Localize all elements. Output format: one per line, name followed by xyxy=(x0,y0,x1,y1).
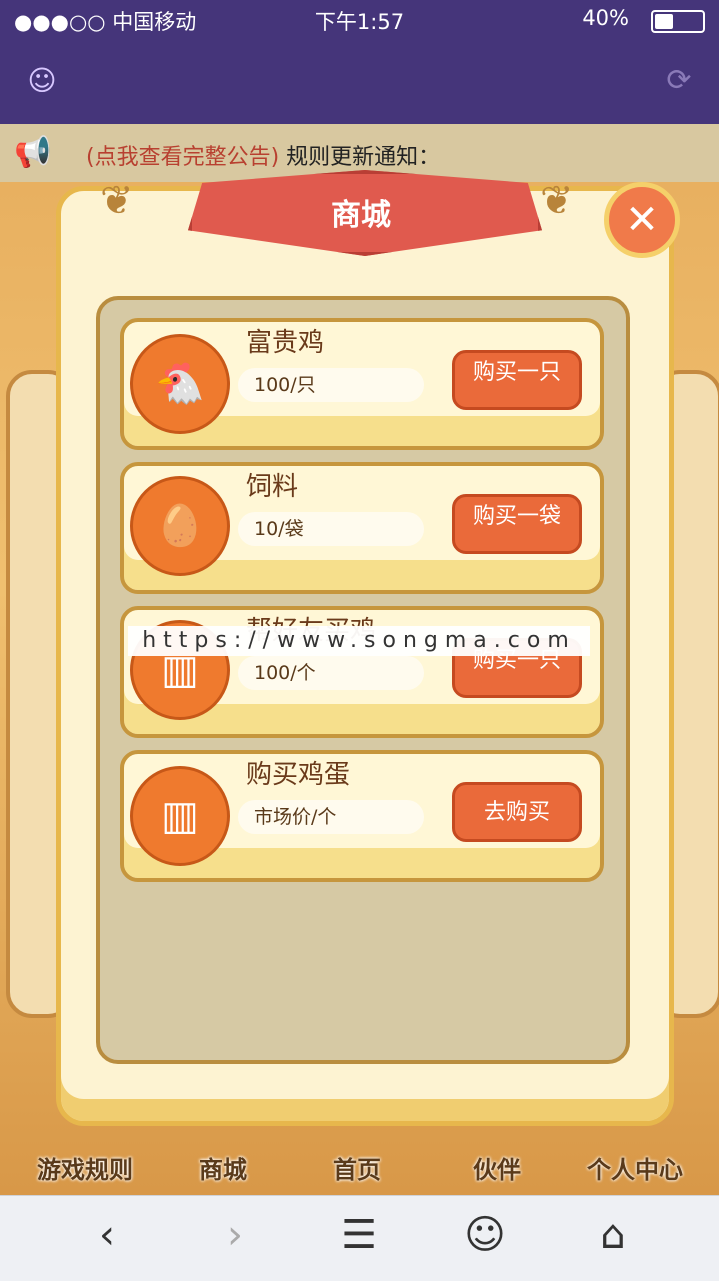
close-button[interactable]: ✕ xyxy=(604,182,680,258)
buy-button[interactable]: 去购买 xyxy=(452,782,582,842)
buy-button[interactable]: 购买一只 xyxy=(452,350,582,410)
home-icon[interactable]: ⌂ xyxy=(588,1210,638,1260)
back-icon[interactable]: ‹ xyxy=(82,1210,132,1260)
notice-title: 规则更新通知： xyxy=(286,145,441,170)
item-price: 100/只 xyxy=(238,368,424,402)
item-price: 市场价/个 xyxy=(238,800,424,834)
notice-link[interactable]: (点我查看完整公告) xyxy=(86,145,279,170)
nav-partners[interactable]: 伙伴 xyxy=(432,1150,562,1185)
vine-left-icon: ❦ xyxy=(100,178,134,224)
item-name: 富贵鸡 xyxy=(246,328,325,358)
nav-profile[interactable]: 个人中心 xyxy=(570,1150,700,1185)
nav-shop[interactable]: 商城 xyxy=(158,1150,288,1185)
ghost-icon[interactable]: ☺ xyxy=(24,63,60,99)
app-header xyxy=(0,40,719,124)
item-price: 10/袋 xyxy=(238,512,424,546)
item-name: 饲料 xyxy=(246,472,299,502)
megaphone-icon: 📢 xyxy=(14,135,52,170)
watermark: https://www.songma.com xyxy=(128,626,590,656)
status-bar: ●●●○○ 中国移动 下午1:57 40% xyxy=(0,0,719,40)
eggs-icon: 🥚 xyxy=(130,476,230,576)
item-name: 购买鸡蛋 xyxy=(246,760,351,790)
chicken-icon: 🐔 xyxy=(130,334,230,434)
menu-icon[interactable]: ☰ xyxy=(334,1210,384,1260)
vine-right-icon: ❦ xyxy=(540,178,574,224)
barcode-icon: ▥ xyxy=(130,766,230,866)
forward-icon[interactable]: › xyxy=(210,1210,260,1260)
battery-icon xyxy=(651,10,705,33)
nav-rules[interactable]: 游戏规则 xyxy=(20,1150,150,1185)
ghost-icon[interactable]: ☺ xyxy=(460,1210,510,1260)
modal-title: 商城 xyxy=(331,198,391,233)
nav-home[interactable]: 首页 xyxy=(292,1150,422,1185)
item-price: 100/个 xyxy=(238,656,424,690)
notice-text: (点我查看完整公告) 规则更新通知： xyxy=(86,139,440,171)
battery-percent: 40% xyxy=(582,6,629,30)
buy-button[interactable]: 购买一袋 xyxy=(452,494,582,554)
refresh-icon[interactable]: ⟳ xyxy=(661,63,697,99)
